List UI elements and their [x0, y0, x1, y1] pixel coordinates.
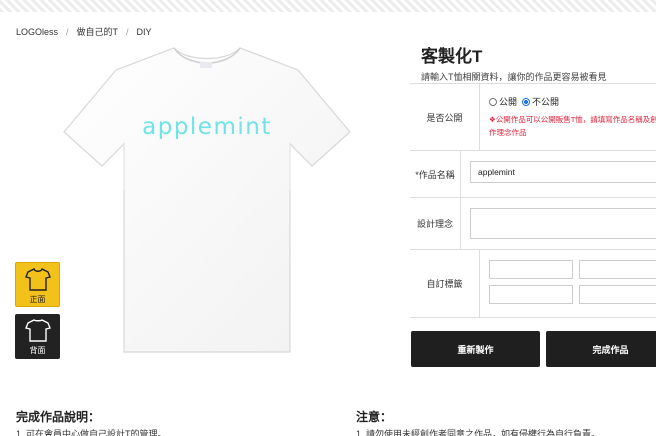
- page-title: 客製化T: [421, 47, 483, 66]
- tshirt-back-icon: [24, 319, 51, 342]
- reset-button[interactable]: 重新製作: [411, 331, 540, 367]
- design-concept-textarea[interactable]: [470, 208, 656, 239]
- public-radio-label[interactable]: 公開: [499, 95, 517, 108]
- visibility-radio-group: 公開 不公開: [489, 95, 656, 108]
- page-subtitle: 請輸入T恤相關資料，讓你的作品更容易被看見: [421, 72, 607, 82]
- finish-button[interactable]: 完成作品: [546, 331, 656, 367]
- tshirt-preview: applemint: [62, 40, 352, 360]
- tshirt-image: [63, 47, 351, 353]
- public-field: 公開 不公開 ❖公開作品可以公開販售T恤，請填寫作品名稱及創作理念作品: [480, 84, 656, 150]
- name-row: *作品名稱 applemint: [410, 151, 656, 198]
- tag-input-4[interactable]: [579, 285, 656, 304]
- completion-notes-line-1: 1. 可在會員中心做自己設計T的管理。: [16, 429, 167, 436]
- tshirt-front-icon: [24, 268, 51, 291]
- view-front-button[interactable]: 正面: [15, 262, 60, 307]
- private-radio[interactable]: [522, 97, 531, 106]
- concept-row: 設計理念: [410, 198, 656, 250]
- view-back-button[interactable]: 背面: [15, 314, 60, 359]
- tag-input-3[interactable]: [489, 285, 573, 304]
- tags-row: 自訂標籤: [410, 250, 656, 318]
- public-radio[interactable]: [489, 97, 497, 106]
- concept-field: [461, 198, 656, 249]
- view-front-label: 正面: [29, 295, 46, 304]
- tshirt-print-text: applemint: [142, 114, 272, 140]
- breadcrumb-item-make-your-t[interactable]: 做自己的T: [77, 25, 119, 38]
- name-field: applemint: [461, 151, 656, 197]
- tag-input-grid: [489, 260, 656, 304]
- concept-label: 設計理念: [410, 198, 461, 249]
- public-row: 是否公開 公開 不公開 ❖公開作品可以公開販售T恤，請填寫作品名稱及創作理念作品: [410, 84, 656, 151]
- public-label: 是否公開: [410, 84, 480, 150]
- tags-field: [480, 250, 656, 317]
- view-back-label: 背面: [29, 346, 46, 355]
- name-label: *作品名稱: [410, 151, 461, 197]
- tags-label: 自訂標籤: [410, 250, 480, 317]
- notice-line-1: 1. 請勿使用未經創作者同意之作品，如有侵權行為自行負責。: [356, 429, 601, 436]
- customize-form: 是否公開 公開 不公開 ❖公開作品可以公開販售T恤，請填寫作品名稱及創作理念作品…: [410, 83, 656, 318]
- work-name-input[interactable]: applemint: [470, 161, 656, 183]
- breadcrumb-item-home[interactable]: LOGOless: [16, 27, 58, 37]
- tag-input-2[interactable]: [579, 260, 656, 279]
- breadcrumb-item-diy: DIY: [136, 26, 152, 37]
- breadcrumb-separator: /: [66, 26, 69, 37]
- top-stripe-bar: [0, 0, 656, 12]
- public-warning-text: ❖公開作品可以公開販售T恤，請填寫作品名稱及創作理念作品: [489, 115, 656, 137]
- notice-title: 注意：: [356, 410, 393, 424]
- breadcrumb-separator: /: [126, 26, 129, 37]
- breadcrumb: LOGOless / 做自己的T / DIY: [16, 25, 152, 38]
- completion-notes-title: 完成作品說明：: [16, 410, 101, 424]
- tag-input-1[interactable]: [489, 260, 573, 279]
- private-radio-label[interactable]: 不公開: [532, 95, 559, 108]
